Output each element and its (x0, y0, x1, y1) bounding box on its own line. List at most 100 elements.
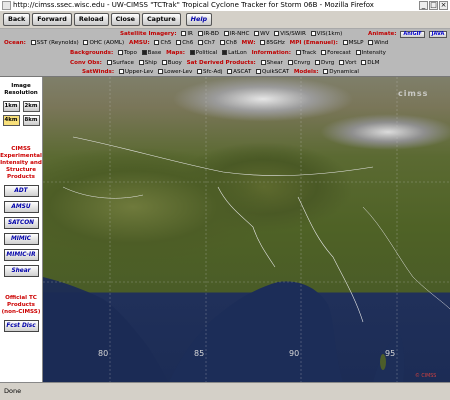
mpi-mslp-checkbox[interactable] (342, 40, 348, 45)
topo-radio[interactable] (118, 50, 123, 55)
political-checkbox[interactable] (189, 50, 195, 55)
res-2km-button[interactable]: 2km (22, 101, 40, 112)
dlm-checkbox[interactable] (361, 60, 367, 65)
browser-window: http://cimss.ssec.wisc.edu - UW-CIMSS "T… (0, 0, 450, 400)
upper-lev-label: Upper-Lev (124, 69, 154, 75)
mw-label: MW: (241, 40, 256, 46)
ship-checkbox[interactable] (138, 60, 144, 65)
res-8km-button[interactable]: 8km (22, 115, 40, 126)
sat-vis1km-radio[interactable] (310, 31, 316, 36)
conv-obs-label: Conv Obs: (70, 60, 102, 66)
animate-row: Animate: AniGIF JAVA (368, 30, 448, 38)
sst-checkbox[interactable] (30, 40, 36, 45)
map-overlay (43, 77, 450, 382)
sat-vis-radio[interactable] (274, 31, 280, 36)
official-header-line2: Products (6, 302, 35, 308)
fcst-disc-button[interactable]: Fcst Disc (3, 320, 39, 332)
base-label: Base (147, 50, 162, 56)
dlm-label: DLM (367, 60, 380, 66)
sst-label: SST (Reynolds) (36, 40, 79, 46)
close-button[interactable]: Close (110, 13, 140, 26)
maximize-icon[interactable]: □ (429, 1, 438, 10)
sfc-adj-checkbox[interactable] (197, 69, 203, 74)
ohc-label: OHC (AOML) (89, 40, 125, 46)
mw-85ghz-checkbox[interactable] (260, 40, 266, 45)
amsu-ch5-label: Ch5 (160, 40, 172, 46)
sat-imagery-label: Satellite Imagery: (120, 31, 177, 37)
base-radio[interactable] (141, 50, 147, 55)
vort-label: Vort (345, 60, 357, 66)
java-button[interactable]: JAVA (428, 31, 448, 38)
sat-irnhc-radio[interactable] (223, 31, 229, 36)
sat-imagery-row: Satellite Imagery: IR IR-BD IR-NHC WV VI… (120, 30, 342, 38)
res-4km-button[interactable]: 4km (2, 115, 20, 126)
border-line (217, 186, 276, 268)
nav-toolbar: Back Forward Reload Close Capture Help (0, 11, 450, 29)
forecast-checkbox[interactable] (321, 50, 327, 55)
amsu-button[interactable]: AMSU (3, 201, 39, 213)
quikscat-checkbox[interactable] (256, 69, 262, 74)
firefox-icon (2, 1, 11, 10)
buoy-checkbox[interactable] (161, 60, 167, 65)
image-resolution-heading: Image Resolution (0, 83, 42, 97)
help-button[interactable]: Help (185, 13, 213, 26)
forward-button[interactable]: Forward (32, 13, 72, 26)
cimss-logo: cimss (398, 89, 429, 98)
track-checkbox[interactable] (295, 50, 301, 55)
adt-button[interactable]: ADT (3, 185, 39, 197)
vort-checkbox[interactable] (339, 60, 345, 65)
border-line (62, 186, 144, 199)
bay-of-bengal (169, 281, 343, 382)
amsu-ch5-checkbox[interactable] (154, 40, 160, 45)
minimize-icon[interactable]: _ (419, 1, 428, 10)
dvrg-checkbox[interactable] (314, 60, 320, 65)
ohc-checkbox[interactable] (83, 40, 89, 45)
surface-checkbox[interactable] (106, 60, 112, 65)
mpi-label: MPI (Emanuel): (289, 40, 338, 46)
sat-derived-label: Sat Derived Products: (186, 60, 256, 66)
dynamical-checkbox[interactable] (323, 69, 329, 74)
window-title: http://cimss.ssec.wisc.edu - UW-CIMSS "T… (13, 1, 374, 9)
back-button[interactable]: Back (3, 13, 31, 26)
lower-lev-checkbox[interactable] (158, 69, 164, 74)
status-text: Done (4, 387, 22, 395)
intensity-checkbox[interactable] (355, 50, 361, 55)
satcon-button[interactable]: SATCON (3, 217, 39, 229)
border-line (72, 136, 374, 176)
latlon-checkbox[interactable] (222, 50, 228, 55)
cnvrg-checkbox[interactable] (287, 60, 293, 65)
surface-label: Surface (112, 60, 134, 66)
lon-label-80: 80 (98, 349, 109, 358)
sidebar: Image Resolution 1km 2km 4km 8km CIMSS E… (0, 77, 43, 382)
amsu-ch6-checkbox[interactable] (176, 40, 182, 45)
sat-ir-radio[interactable] (181, 31, 187, 36)
shear-checkbox[interactable] (260, 60, 266, 65)
latlon-label: LatLon (228, 50, 247, 56)
sat-irbd-radio[interactable] (197, 31, 203, 36)
amsu-ch8-checkbox[interactable] (219, 40, 225, 45)
image-resolution-line2: Resolution (4, 90, 38, 96)
mpi-wind-checkbox[interactable] (368, 40, 374, 45)
satellite-map[interactable]: cimss 80 85 90 95 © CIMSS (43, 77, 450, 382)
reload-button[interactable]: Reload (73, 13, 109, 26)
sat-wv-radio[interactable] (254, 31, 260, 36)
lon-label-90: 90 (289, 349, 300, 358)
information-label: Information: (251, 50, 291, 56)
control-panel: Satellite Imagery: IR IR-BD IR-NHC WV VI… (0, 29, 450, 77)
shear-button[interactable]: Shear (3, 265, 39, 277)
ascat-label: ASCAT (233, 69, 252, 75)
upper-lev-checkbox[interactable] (118, 69, 124, 74)
ocean-row: Ocean: SST (Reynolds) OHC (AOML) AMSU: C… (4, 39, 388, 47)
capture-button[interactable]: Capture (141, 13, 181, 26)
mpi-wind-label: Wind (374, 40, 389, 46)
mimic-ir-button[interactable]: MIMIC-IR (3, 249, 39, 261)
anigif-button[interactable]: AniGIF (400, 31, 425, 38)
shear-label: Shear (266, 60, 283, 66)
mimic-button[interactable]: MIMIC (3, 233, 39, 245)
close-icon[interactable]: × (439, 1, 448, 10)
amsu-ch7-checkbox[interactable] (198, 40, 204, 45)
ascat-checkbox[interactable] (227, 69, 233, 74)
mw-85ghz-label: 85GHz (266, 40, 285, 46)
res-1km-button[interactable]: 1km (2, 101, 20, 112)
amsu-ch6-label: Ch6 (182, 40, 194, 46)
